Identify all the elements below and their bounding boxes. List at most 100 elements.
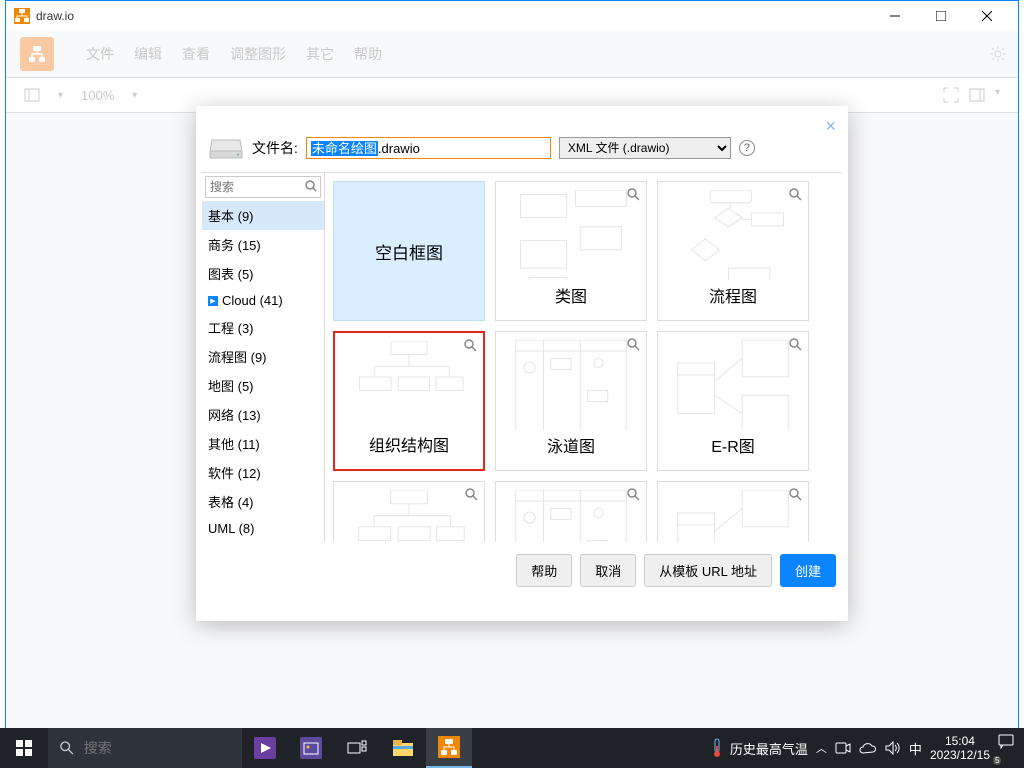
template-item[interactable]: 类图 <box>495 181 647 321</box>
template-label: 泳道图 <box>496 430 646 460</box>
template-item[interactable]: Simple <box>495 481 647 542</box>
category-item[interactable]: 软件 (12) <box>202 458 324 487</box>
tray-meet-now-icon[interactable] <box>835 741 851 755</box>
chevron-down-icon[interactable]: ▾ <box>132 90 137 101</box>
template-preview <box>342 490 476 542</box>
theme-icon[interactable] <box>990 46 1006 62</box>
category-item[interactable]: 流程图 (9) <box>202 342 324 371</box>
taskbar-taskview[interactable] <box>334 728 380 768</box>
template-label: 流程图 <box>658 280 808 310</box>
zoom-level[interactable]: 100% <box>81 88 114 103</box>
taskbar-app-clipchamp[interactable] <box>242 728 288 768</box>
drawio-logo-icon <box>14 8 30 24</box>
category-item[interactable]: ▶Cloud (41) <box>202 288 324 313</box>
tray-onedrive-icon[interactable] <box>859 742 877 754</box>
category-label: Cloud (41) <box>222 293 283 308</box>
category-item[interactable]: 工程 (3) <box>202 313 324 342</box>
tray-volume-icon[interactable] <box>885 741 901 755</box>
sidebar-toggle-icon[interactable] <box>24 87 40 103</box>
create-button[interactable]: 创建 <box>780 554 836 587</box>
category-item[interactable]: 商务 (15) <box>202 230 324 259</box>
template-preview <box>666 190 800 282</box>
weather-widget[interactable]: 历史最高气温 <box>710 738 808 758</box>
help-icon[interactable]: ? <box>739 140 755 156</box>
tray-ime[interactable]: 中 <box>909 739 922 758</box>
tray-datetime[interactable]: 15:04 2023/12/15 <box>930 734 990 763</box>
menu-view[interactable]: 查看 <box>172 38 220 70</box>
from-url-button[interactable]: 从模板 URL 地址 <box>644 554 772 587</box>
chevron-down-icon[interactable]: ▾ <box>995 87 1000 103</box>
template-preview <box>504 190 638 282</box>
template-grid: 空白框图类图流程图组织结构图泳道图 E-R图 SequenceSimpleCross… <box>325 173 842 542</box>
titlebar: draw.io <box>6 1 1018 31</box>
menu-edit[interactable]: 编辑 <box>124 38 172 70</box>
category-item[interactable]: 图表 (5) <box>202 259 324 288</box>
template-preview <box>666 340 800 432</box>
template-item[interactable]: E-R图 <box>657 331 809 471</box>
maximize-button[interactable] <box>918 1 964 31</box>
search-icon <box>60 740 74 756</box>
taskbar-search[interactable] <box>48 728 242 768</box>
template-label: 空白框图 <box>375 236 443 267</box>
filetype-select[interactable]: XML 文件 (.drawio) <box>559 137 731 159</box>
template-item[interactable]: Cross- <box>657 481 809 542</box>
category-item[interactable]: Venn (8) <box>202 541 324 542</box>
template-item[interactable]: 组织结构图 <box>333 331 485 471</box>
chevron-down-icon[interactable]: ▾ <box>58 90 63 101</box>
category-label: 商务 (15) <box>208 235 261 254</box>
system-tray: 历史最高气温 ︿ 中 15:04 2023/12/15 5 <box>710 733 1024 763</box>
close-icon[interactable]: × <box>825 116 836 137</box>
category-label: 流程图 (9) <box>208 347 267 366</box>
category-label: 工程 (3) <box>208 318 254 337</box>
format-panel-icon[interactable] <box>969 87 985 103</box>
help-button[interactable]: 帮助 <box>516 554 572 587</box>
category-label: 软件 (12) <box>208 463 261 482</box>
category-item[interactable]: 地图 (5) <box>202 371 324 400</box>
search-icon <box>305 180 317 192</box>
minimize-button[interactable] <box>872 1 918 31</box>
category-item[interactable]: 表格 (4) <box>202 487 324 516</box>
menu-arrange[interactable]: 调整图形 <box>220 38 296 70</box>
category-item[interactable]: 其他 (11) <box>202 429 324 458</box>
menu-file[interactable]: 文件 <box>76 38 124 70</box>
category-label: 网络 (13) <box>208 405 261 424</box>
taskbar: 历史最高气温 ︿ 中 15:04 2023/12/15 5 <box>0 728 1024 768</box>
category-item[interactable]: UML (8) <box>202 516 324 541</box>
filename-label: 文件名: <box>252 138 298 158</box>
category-sidebar: 基本 (9) 商务 (15) 图表 (5)▶Cloud (41) 工程 (3) 流程图 … <box>202 173 325 542</box>
cancel-button[interactable]: 取消 <box>580 554 636 587</box>
taskbar-app-photos[interactable] <box>288 728 334 768</box>
thermometer-icon <box>710 738 724 758</box>
tray-chevron-icon[interactable]: ︿ <box>816 740 827 756</box>
category-item[interactable]: 基本 (9) <box>202 201 324 230</box>
fullscreen-icon[interactable] <box>943 87 959 103</box>
filename-input[interactable]: 未命名绘图.drawio <box>306 137 551 159</box>
template-preview <box>666 490 800 542</box>
category-label: 基本 (9) <box>208 206 254 225</box>
taskbar-search-input[interactable] <box>84 740 230 756</box>
template-search[interactable] <box>205 176 321 198</box>
category-label: 表格 (4) <box>208 492 254 511</box>
template-item[interactable]: 流程图 <box>657 181 809 321</box>
taskbar-drawio[interactable] <box>426 728 472 768</box>
close-button[interactable] <box>964 1 1010 31</box>
template-item[interactable]: Sequence <box>333 481 485 542</box>
menu-extras[interactable]: 其它 <box>296 38 344 70</box>
tray-time: 15:04 <box>930 734 990 748</box>
category-item[interactable]: 网络 (13) <box>202 400 324 429</box>
menubar: 文件 编辑 查看 调整图形 其它 帮助 <box>6 31 1018 77</box>
tray-notifications-icon[interactable]: 5 <box>998 733 1014 763</box>
app-logo-icon <box>20 37 54 71</box>
template-label: E-R图 <box>658 430 808 460</box>
template-label: 类图 <box>496 280 646 310</box>
template-item[interactable]: 空白框图 <box>333 181 485 321</box>
template-preview <box>504 340 638 432</box>
menu-help[interactable]: 帮助 <box>344 38 392 70</box>
taskbar-explorer[interactable] <box>380 728 426 768</box>
template-item[interactable]: 泳道图 <box>495 331 647 471</box>
start-button[interactable] <box>0 728 48 768</box>
window-title: draw.io <box>36 9 74 23</box>
dialog-footer: 帮助 取消 从模板 URL 地址 创建 <box>196 542 848 599</box>
drive-icon <box>208 136 244 160</box>
search-input[interactable] <box>206 177 320 197</box>
